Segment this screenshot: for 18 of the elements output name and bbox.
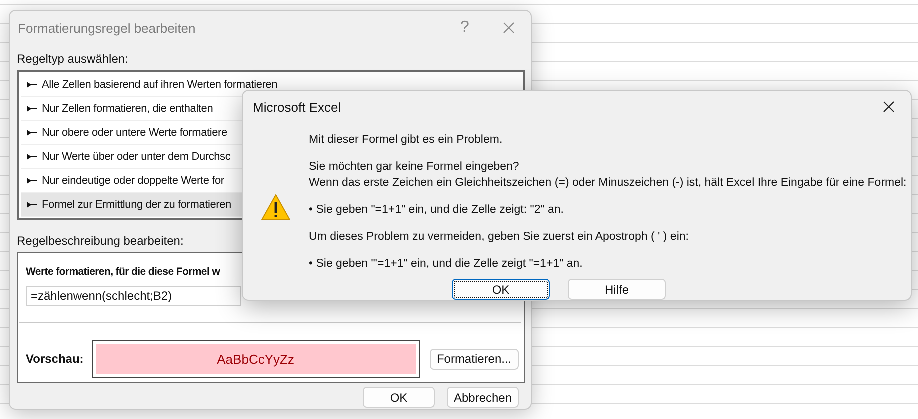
- formula-label: Werte formatieren, für die diese Formel w: [26, 266, 220, 278]
- section-label: Regeltyp auswählen:: [17, 52, 128, 66]
- item-label: Alle Zellen basierend auf ihren Werten formatieren: [42, 78, 278, 90]
- item-label: Nur obere oder untere Werte formatiere: [42, 126, 228, 138]
- window-title: Microsoft Excel: [253, 100, 342, 114]
- item-label: Nur Werte über oder unter dem Durchsc: [42, 150, 231, 162]
- message-text: Mit dieser Formel gibt es ein Problem.: [309, 133, 504, 148]
- window-title: Formatierungsregel bearbeiten: [18, 20, 197, 36]
- item-label: Formel zur Ermittlung der zu formatieren: [42, 198, 232, 210]
- message-text: Sie möchten gar keine Formel eingeben? Wenn das erste Zeichen ein Gleichheitszeichen (=) oder Minuszeichen (-) ist, hält Excel Ihre Eingabe für eine Formel:: [309, 160, 907, 191]
- section-label: Regelbeschreibung bearbeiten:: [17, 234, 184, 248]
- item-label: Nur eindeutige oder doppelte Werte for: [42, 174, 224, 186]
- preview-sample: AaBbCcYyZz: [96, 344, 416, 374]
- message-text: • Sie geben "'=1+1" ein, und die Zelle zeigt "=1+1" an.: [309, 257, 584, 272]
- preview-label: Vorschau:: [26, 352, 84, 366]
- message-text: Um dieses Problem zu vermeiden, geben Sie zuerst ein Apostroph ( ' ) ein:: [309, 230, 690, 245]
- message-text: • Sie geben "=1+1" ein, und die Zelle zeigt: "2" an.: [309, 203, 565, 218]
- item-label: Nur Zellen formatieren, die enthalten: [42, 102, 214, 114]
